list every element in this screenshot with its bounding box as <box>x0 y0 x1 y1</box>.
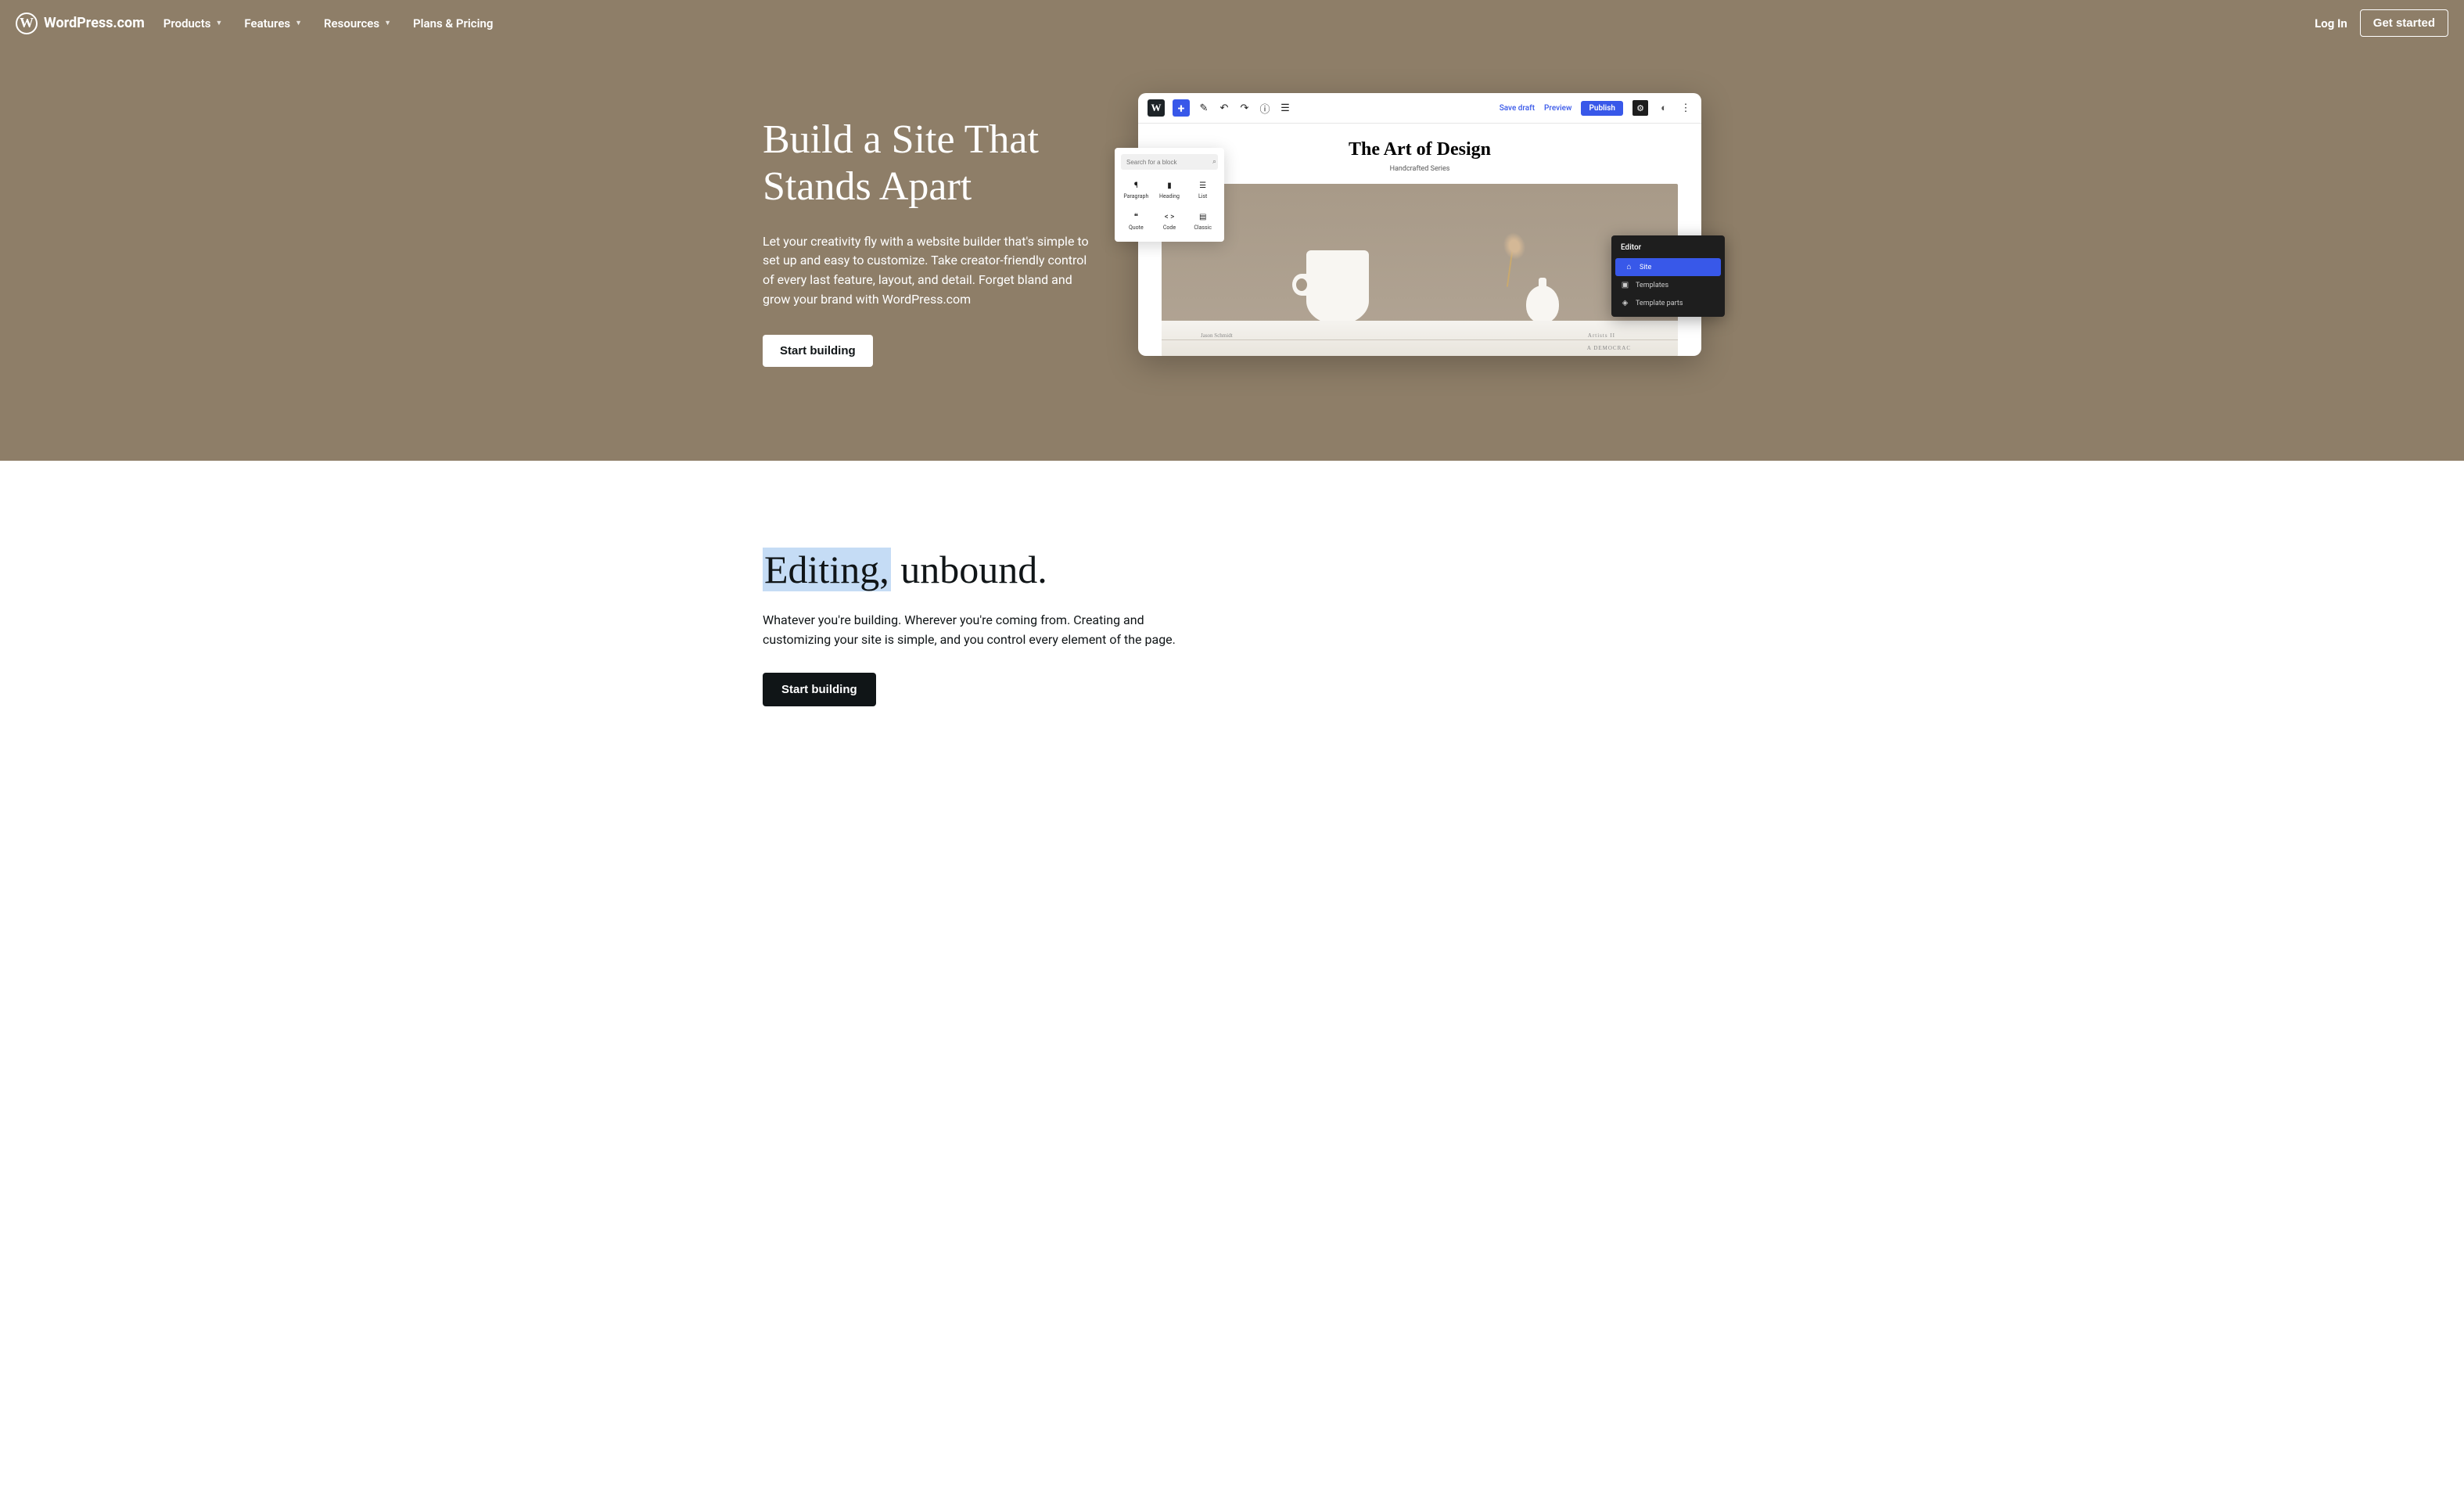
add-block-button: + <box>1173 99 1190 117</box>
template-parts-icon: ◈ <box>1621 299 1629 307</box>
login-link[interactable]: Log In <box>2315 16 2347 31</box>
ceramic-vase-decoration <box>1526 286 1559 323</box>
editing-section: Editing, unbound. Whatever you're buildi… <box>0 461 2464 770</box>
ceramic-mug-decoration <box>1306 250 1369 325</box>
editor-hero-image: A DEMOCRAC Artists II Jason Schmidt <box>1162 184 1678 356</box>
block-search-field: ⌕ <box>1121 154 1218 170</box>
block-quote: ❝Quote <box>1121 207 1151 235</box>
quote-icon: ❝ <box>1134 212 1138 221</box>
editor-toolbar: W + ✎ ↶ ↷ ⓘ ☰ Save draft Preview Publish… <box>1138 93 1701 124</box>
sidebar-popup-title: Editor <box>1611 243 1725 258</box>
logo[interactable]: W WordPress.com <box>16 13 145 34</box>
chevron-down-icon: ▼ <box>384 19 391 27</box>
block-list: ☰List <box>1187 176 1218 204</box>
undo-icon: ↶ <box>1218 102 1230 114</box>
heading-icon: ▮ <box>1167 181 1172 190</box>
search-icon: ⌕ <box>1212 158 1216 166</box>
chevron-down-icon: ▼ <box>216 19 223 27</box>
start-building-button-dark[interactable]: Start building <box>763 673 876 706</box>
editor-page-title: The Art of Design <box>1162 139 1678 160</box>
nav-plans-pricing[interactable]: Plans & Pricing <box>413 16 493 31</box>
jetpack-icon: ◐ <box>1658 102 1670 114</box>
block-inserter-popup: ⌕ ¶Paragraph ▮Heading ☰List ❝Quote < >Co… <box>1115 148 1224 242</box>
editor-sidebar-popup: Editor ⌂ Site ▣ Templates ◈ Template par… <box>1611 235 1725 317</box>
section2-title: Editing, unbound. <box>763 547 1701 592</box>
nav-features[interactable]: Features ▼ <box>244 16 302 31</box>
more-icon: ⋮ <box>1679 102 1692 114</box>
block-paragraph: ¶Paragraph <box>1121 176 1151 204</box>
main-nav: Products ▼ Features ▼ Resources ▼ Plans … <box>163 16 494 31</box>
block-classic: ▤Classic <box>1187 207 1218 235</box>
book-spine-text: Jason Schmidt <box>1201 332 1233 339</box>
redo-icon: ↷ <box>1238 102 1251 114</box>
wordpress-icon: W <box>1148 99 1165 117</box>
publish-button: Publish <box>1581 101 1623 116</box>
editor-page-subtitle: Handcrafted Series <box>1162 165 1678 173</box>
hero-section: Build a Site That Stands Apart Let your … <box>0 46 2464 461</box>
nav-products[interactable]: Products ▼ <box>163 16 223 31</box>
templates-icon: ▣ <box>1621 281 1629 289</box>
preview-link: Preview <box>1544 104 1571 113</box>
list-view-icon: ☰ <box>1279 102 1291 114</box>
hero-description: Let your creativity fly with a website b… <box>763 232 1091 310</box>
dried-grass-decoration <box>1494 236 1533 287</box>
sidebar-item-site: ⌂ Site <box>1615 258 1721 276</box>
code-icon: < > <box>1165 212 1175 221</box>
hero-title: Build a Site That Stands Apart <box>763 117 1091 210</box>
header-right: Log In Get started <box>2315 9 2448 37</box>
start-building-button[interactable]: Start building <box>763 335 873 367</box>
save-draft-link: Save draft <box>1500 104 1535 113</box>
home-icon: ⌂ <box>1625 263 1633 271</box>
sidebar-item-templates: ▣ Templates <box>1611 276 1725 294</box>
chevron-down-icon: ▼ <box>295 19 302 27</box>
block-heading: ▮Heading <box>1155 176 1185 204</box>
book-stack-decoration: A DEMOCRAC Artists II Jason Schmidt <box>1162 321 1678 356</box>
title-highlight: Editing, <box>763 548 891 591</box>
wordpress-logo-icon: W <box>16 13 38 34</box>
site-header: W WordPress.com Products ▼ Features ▼ Re… <box>0 0 2464 46</box>
hero-content: Build a Site That Stands Apart Let your … <box>763 93 1091 367</box>
section2-description: Whatever you're building. Wherever you'r… <box>763 611 1201 650</box>
settings-icon: ⚙ <box>1632 100 1648 116</box>
book-spine-text: A DEMOCRAC <box>1587 345 1631 351</box>
block-search-input <box>1126 159 1212 166</box>
edit-icon: ✎ <box>1198 102 1210 114</box>
get-started-button[interactable]: Get started <box>2360 9 2448 37</box>
block-code: < >Code <box>1155 207 1185 235</box>
nav-resources[interactable]: Resources ▼ <box>324 16 391 31</box>
list-icon: ☰ <box>1199 181 1206 190</box>
paragraph-icon: ¶ <box>1134 181 1138 190</box>
logo-text: WordPress.com <box>44 15 145 31</box>
info-icon: ⓘ <box>1259 102 1271 114</box>
book-spine-text: Artists II <box>1588 332 1615 339</box>
hero-illustration: W + ✎ ↶ ↷ ⓘ ☰ Save draft Preview Publish… <box>1138 93 1701 356</box>
sidebar-item-template-parts: ◈ Template parts <box>1611 294 1725 312</box>
classic-icon: ▤ <box>1199 212 1206 221</box>
